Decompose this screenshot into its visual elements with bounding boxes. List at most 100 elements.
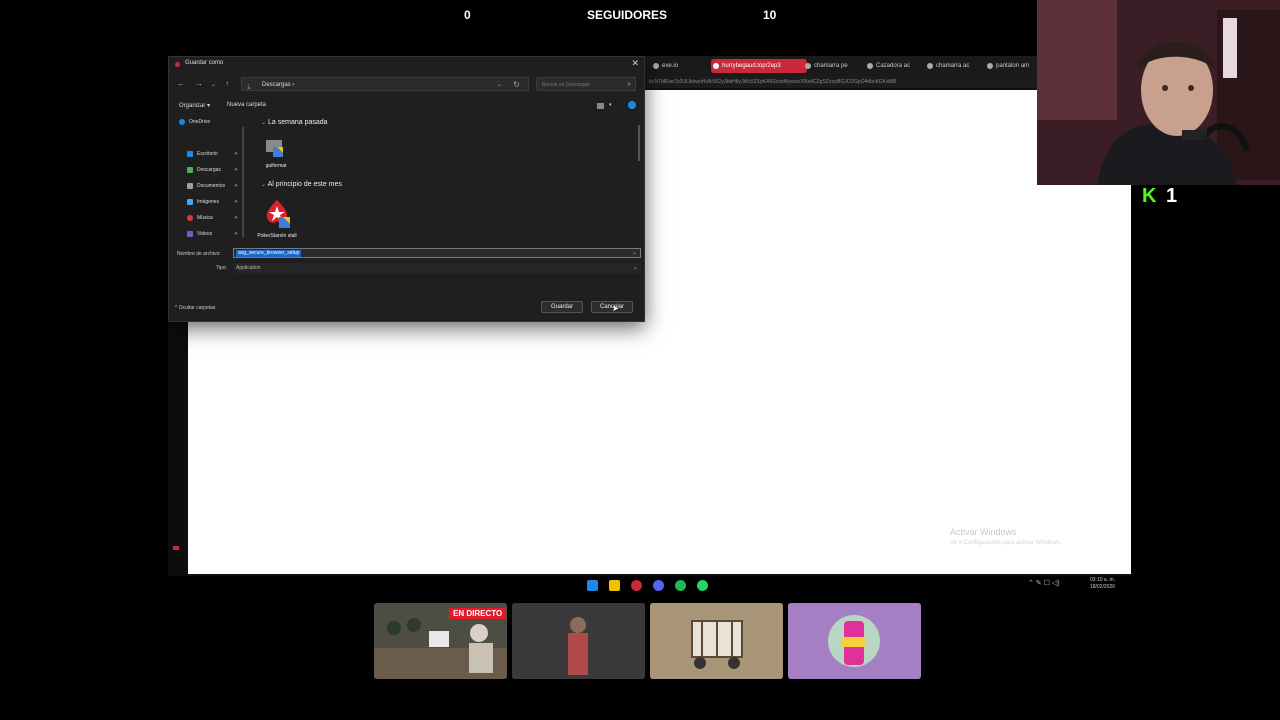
group-header-this-month[interactable]: ⌄ Al principio de este mes — [261, 181, 342, 188]
spotify-icon[interactable] — [675, 580, 686, 591]
video-icon — [187, 231, 193, 237]
content-scrollbar[interactable] — [638, 125, 640, 161]
help-icon[interactable] — [628, 101, 636, 109]
tab-favicon-icon — [653, 63, 659, 69]
thumbnail-4[interactable] — [788, 603, 921, 679]
pin-icon: ✦ — [234, 151, 239, 157]
chevron-down-icon: ⌄ — [261, 182, 267, 188]
file-explorer-icon[interactable] — [609, 580, 620, 591]
streamer-webcam-image — [1037, 0, 1280, 185]
group-header-last-week[interactable]: ⌄ La semana pasada — [261, 119, 328, 126]
person-image — [512, 603, 645, 679]
search-icon: ⌕ — [627, 81, 631, 88]
pin-icon: ✦ — [234, 199, 239, 205]
chevron-down-icon: ⌄ — [261, 120, 267, 126]
navigation-pane: OneDrive Escritorio ✦ Descargas ✦ Document… — [169, 115, 241, 243]
organize-menu[interactable]: Organizar ▾ — [179, 102, 210, 109]
dialog-title: Guardar como — [185, 60, 224, 66]
windows-start-icon[interactable] — [587, 580, 598, 591]
chevron-down-icon[interactable]: ⌄ — [211, 81, 216, 88]
download-icon: ⤓ — [247, 82, 251, 91]
google-icon — [805, 63, 811, 69]
live-badge: EN DIRECTO — [449, 608, 507, 619]
followers-title: SEGUIDORES — [587, 8, 668, 22]
filetype-select[interactable]: Application ⌄ — [233, 263, 641, 273]
close-icon[interactable]: ✕ — [631, 58, 639, 69]
follower-goal: 10 — [763, 8, 777, 22]
clock-time: 03:10 a. m. — [1090, 577, 1116, 583]
view-options-icon[interactable] — [597, 103, 604, 109]
filetype-label: Tipo: — [216, 265, 227, 271]
tab-exe-io[interactable]: exe.io — [651, 59, 714, 73]
chevron-down-icon: ⌄ — [632, 265, 638, 271]
filename-label: Nombre de archivo: — [177, 251, 221, 257]
taskbar-clock[interactable]: 03:10 a. m. 18/02/2026 — [1090, 577, 1115, 591]
thumbnail-2[interactable] — [512, 603, 645, 679]
search-input[interactable]: Buscar en Descargas ⌕ — [536, 77, 636, 91]
sidebar-item-onedrive[interactable]: OneDrive — [179, 117, 210, 127]
sidebar-item-documentos[interactable]: Documentos ✦ — [187, 181, 238, 191]
pin-icon: ✦ — [234, 231, 239, 237]
address-bar[interactable]: bi-N7MEwcTc0ULIkbwoHsNiS62y3bkH8y3Wc5ZXp… — [645, 76, 1040, 88]
discord-icon[interactable] — [653, 580, 664, 591]
sidebar-item-musica[interactable]: Música ✦ — [187, 213, 238, 223]
forward-arrow-icon[interactable]: → — [195, 79, 203, 88]
desktop-icon — [187, 151, 193, 157]
activate-windows-subtitle: Ve a Configuración para activar Windows. — [950, 540, 1062, 546]
music-icon — [187, 215, 193, 221]
tab-cazadora[interactable]: Cazadora ac — [865, 59, 932, 73]
google-icon — [987, 63, 993, 69]
sidebar-item-escritorio[interactable]: Escritorio ✦ — [187, 149, 238, 159]
pane-scrollbar[interactable] — [242, 127, 244, 237]
opera-gx-icon[interactable] — [631, 580, 642, 591]
filename-value: avg_secure_browser_setup — [236, 250, 302, 257]
browser-tab-bar: exe.io hurrybegaud.top/2ep3 chamarra pe … — [645, 56, 1040, 76]
back-arrow-icon[interactable]: ← — [177, 79, 185, 88]
up-arrow-icon[interactable]: ↑ — [225, 79, 229, 88]
path-breadcrumb[interactable]: ⤓ Descargas › ⌄ ↻ — [241, 77, 529, 91]
webcam-feed — [1037, 0, 1280, 185]
system-tray-icons[interactable]: ⌃ ✎ ☐ ◁) — [1028, 579, 1060, 587]
kick-count: 1 — [1166, 185, 1178, 207]
file-pokerstars[interactable]: PokerStarsIn stall — [257, 197, 297, 239]
sidebar-indicator-icon — [173, 546, 179, 550]
pin-icon: ✦ — [234, 215, 239, 221]
new-folder-button[interactable]: Nueva carpeta — [227, 102, 266, 108]
refresh-icon[interactable]: ↻ — [513, 78, 520, 92]
google-icon — [927, 63, 933, 69]
pokerstars-icon — [266, 200, 290, 228]
pin-icon: ✦ — [234, 183, 239, 189]
taskbar — [168, 576, 1131, 596]
tab-chamarra-1[interactable]: chamarra pe — [803, 59, 869, 73]
tab-favicon-icon — [713, 63, 719, 69]
thumbnail-3[interactable] — [650, 603, 783, 679]
cart-image — [650, 603, 783, 679]
opera-icon — [175, 62, 180, 67]
sidebar-item-imagenes[interactable]: Imágenes ✦ — [187, 197, 238, 207]
tab-chamarra-2[interactable]: chamarra ac — [925, 59, 990, 73]
tab-active[interactable]: hurrybegaud.top/2ep3 — [711, 59, 807, 73]
kick-logo: K — [1142, 185, 1157, 207]
save-as-dialog: Guardar como ✕ ← → ⌄ ↑ ⤓ Descargas › ⌄ ↻… — [168, 56, 645, 322]
save-button[interactable]: Guardar — [541, 301, 583, 313]
whatsapp-icon[interactable] — [697, 580, 708, 591]
download-icon — [187, 167, 193, 173]
path-text: Descargas › — [262, 82, 295, 88]
chevron-down-icon[interactable]: ⌄ — [632, 249, 637, 256]
hide-folders-toggle[interactable]: ^ Ocultar carpetas — [175, 305, 215, 311]
sidebar-item-descargas[interactable]: Descargas ✦ — [187, 165, 238, 175]
cloud-icon — [179, 119, 185, 125]
image-icon — [187, 199, 193, 205]
chevron-down-icon[interactable]: ▾ — [609, 102, 612, 108]
chevron-down-icon[interactable]: ⌄ — [497, 78, 502, 92]
filename-field[interactable]: avg_secure_browser_setup ⌄ — [233, 248, 641, 258]
pin-icon: ✦ — [234, 167, 239, 173]
bottle-image — [788, 603, 921, 679]
document-icon — [187, 183, 193, 189]
clock-date: 18/02/2026 — [1090, 584, 1116, 590]
sidebar-item-videos[interactable]: Videos ✦ — [187, 229, 238, 239]
tab-favicon-icon — [867, 63, 873, 69]
follower-count-left: 0 — [464, 8, 471, 22]
file-guiformat[interactable]: guiformat — [257, 135, 295, 169]
activate-windows-title: Activar Windows — [950, 527, 1017, 537]
